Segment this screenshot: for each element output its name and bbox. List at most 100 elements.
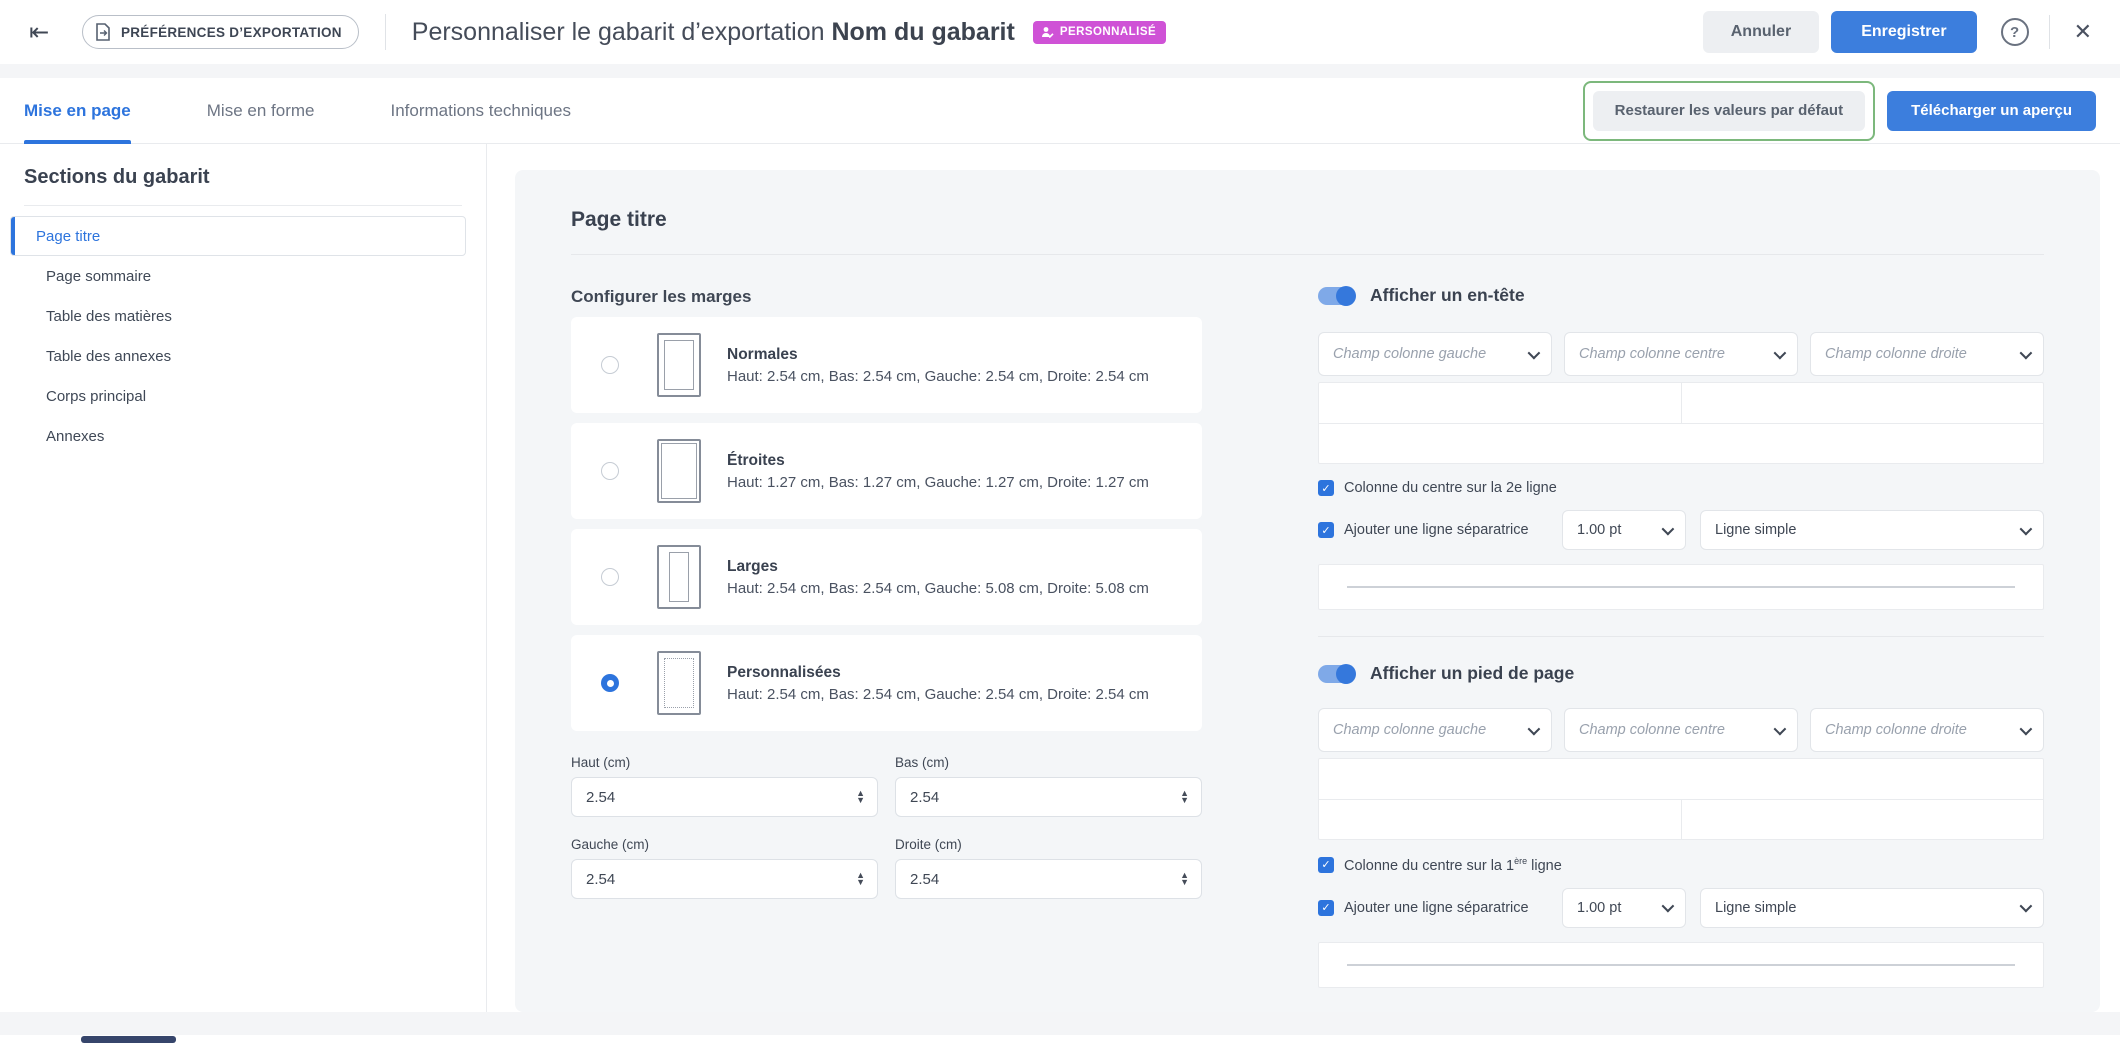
sidebar-divider [24,205,462,206]
margin-option-name: Personnalisées [727,664,1149,682]
export-preferences-label: PRÉFÉRENCES D’EXPORTATION [121,25,342,40]
footer-center-column-select[interactable]: Champ colonne centre [1564,708,1798,752]
header-preview-cell [1681,383,2044,423]
margin-option-etroites[interactable]: Étroites Haut: 1.27 cm, Bas: 1.27 cm, Ga… [571,423,1202,519]
toggle-knob [1336,286,1356,306]
main-area: Page titre Configurer les marges Normale… [487,144,2120,1012]
footer-right-column-select[interactable]: Champ colonne droite [1810,708,2044,752]
header-separator-style-select[interactable]: Ligne simple [1700,510,2044,550]
header-separator-width-select[interactable]: 1.00 pt [1562,510,1686,550]
show-header-toggle[interactable] [1318,287,1354,305]
margin-option-larges[interactable]: Larges Haut: 2.54 cm, Bas: 2.54 cm, Gauc… [571,529,1202,625]
page-margins-wide-icon [657,545,701,609]
show-footer-label: Afficher un pied de page [1370,663,1574,684]
header-separator-strip [0,64,2120,78]
select-placeholder: Champ colonne droite [1825,346,2020,362]
header-footer-column: Afficher un en-tête Champ colonne gauche… [1318,255,2044,988]
sidebar-item-table-des-annexes[interactable]: Table des annexes [10,336,466,376]
field-label-gauche: Gauche (cm) [571,837,878,852]
header-footer-divider [1318,636,2044,637]
scrollbar-thumb[interactable] [81,1036,176,1043]
footer-layout-preview [1318,758,2044,840]
margin-option-desc: Haut: 1.27 cm, Bas: 1.27 cm, Gauche: 1.2… [727,474,1149,491]
stepper-icon[interactable] [856,872,865,886]
sidebar-item-corps-principal[interactable]: Corps principal [10,376,466,416]
tab-mise-en-page[interactable]: Mise en page [24,78,131,144]
field-label-droite: Droite (cm) [895,837,1202,852]
header-preview-cell [1319,424,2043,463]
footer-preview-cell [1319,759,2043,799]
page-margins-narrow-icon [657,439,701,503]
restore-defaults-highlight: Restaurer les valeurs par défaut [1583,81,1875,141]
chevron-down-icon [1528,346,1541,359]
sidebar-item-page-titre[interactable]: Page titre [10,216,466,256]
margin-left-value: 2.54 [586,871,856,888]
page-title: Personnaliser le gabarit d’exportation N… [412,18,1015,47]
customized-label: PERSONNALISÉ [1060,26,1156,38]
header-center-column-select[interactable]: Champ colonne centre [1564,332,1798,376]
sidebar-item-annexes[interactable]: Annexes [10,416,466,456]
chevron-down-icon [1662,900,1675,913]
margin-option-desc: Haut: 2.54 cm, Bas: 2.54 cm, Gauche: 2.5… [727,368,1149,385]
cancel-button[interactable]: Annuler [1703,11,1819,53]
margin-right-value: 2.54 [910,871,1180,888]
footer-left-column-select[interactable]: Champ colonne gauche [1318,708,1552,752]
margin-top-input[interactable]: 2.54 [571,777,878,817]
chevron-down-icon [1774,722,1787,735]
header-center-second-line-label: Colonne du centre sur la 2e ligne [1344,480,1557,496]
header-separator-preview [1318,564,2044,610]
tab-informations-techniques[interactable]: Informations techniques [390,78,571,144]
radio-unchecked-icon[interactable] [601,568,619,586]
template-sections-sidebar: Sections du gabarit Page titre Page somm… [0,144,487,1012]
checkbox-checked-icon[interactable] [1318,522,1334,538]
footer-separator-preview [1318,942,2044,988]
select-placeholder: Champ colonne gauche [1333,346,1528,362]
margins-column: Configurer les marges Normales Haut: 2.5… [571,255,1202,988]
section-panel: Page titre Configurer les marges Normale… [515,170,2100,1012]
footer-separator-width-select[interactable]: 1.00 pt [1562,888,1686,928]
footer-separator-style-select[interactable]: Ligne simple [1700,888,2044,928]
field-label-bas: Bas (cm) [895,755,1202,770]
select-placeholder: Champ colonne gauche [1333,722,1528,738]
checkbox-checked-icon[interactable] [1318,900,1334,916]
sidebar-title: Sections du gabarit [0,166,486,189]
footer-center-first-line-label: Colonne du centre sur la 1ère ligne [1344,856,1562,874]
tab-mise-en-forme[interactable]: Mise en forme [207,78,315,144]
separator-line [1347,586,2015,588]
chevron-down-icon [2020,722,2033,735]
checkbox-checked-icon[interactable] [1318,480,1334,496]
header-divider [385,14,386,50]
export-preferences-badge[interactable]: PRÉFÉRENCES D’EXPORTATION [82,15,359,49]
margin-right-input[interactable]: 2.54 [895,859,1202,899]
margin-left-input[interactable]: 2.54 [571,859,878,899]
help-icon[interactable]: ? [2001,18,2029,46]
header-left-column-select[interactable]: Champ colonne gauche [1318,332,1552,376]
sidebar-item-page-sommaire[interactable]: Page sommaire [10,256,466,296]
margin-bottom-input[interactable]: 2.54 [895,777,1202,817]
download-preview-button[interactable]: Télécharger un aperçu [1887,91,2096,131]
close-icon[interactable]: ✕ [2070,19,2096,45]
stepper-icon[interactable] [856,790,865,804]
radio-unchecked-icon[interactable] [601,356,619,374]
margin-option-personnalisees[interactable]: Personnalisées Haut: 2.54 cm, Bas: 2.54 … [571,635,1202,731]
restore-defaults-button[interactable]: Restaurer les valeurs par défaut [1593,91,1865,131]
stepper-icon[interactable] [1180,872,1189,886]
show-footer-toggle[interactable] [1318,665,1354,683]
collapse-left-icon[interactable]: ⇤ [24,18,54,47]
stepper-icon[interactable] [1180,790,1189,804]
section-title: Page titre [571,208,2044,232]
sidebar-item-table-des-matieres[interactable]: Table des matières [10,296,466,336]
separator-line [1347,964,2015,966]
footer-preview-cell [1681,800,2044,839]
checkbox-checked-icon[interactable] [1318,857,1334,873]
header-right-column-select[interactable]: Champ colonne droite [1810,332,2044,376]
horizontal-scrollbar[interactable] [0,1035,2120,1044]
margin-option-name: Normales [727,346,1149,364]
margin-bottom-value: 2.54 [910,789,1180,806]
save-button[interactable]: Enregistrer [1831,11,1976,53]
select-value: Ligne simple [1715,522,2020,538]
radio-checked-icon[interactable] [601,674,619,692]
toggle-knob [1336,664,1356,684]
radio-unchecked-icon[interactable] [601,462,619,480]
margin-option-normales[interactable]: Normales Haut: 2.54 cm, Bas: 2.54 cm, Ga… [571,317,1202,413]
